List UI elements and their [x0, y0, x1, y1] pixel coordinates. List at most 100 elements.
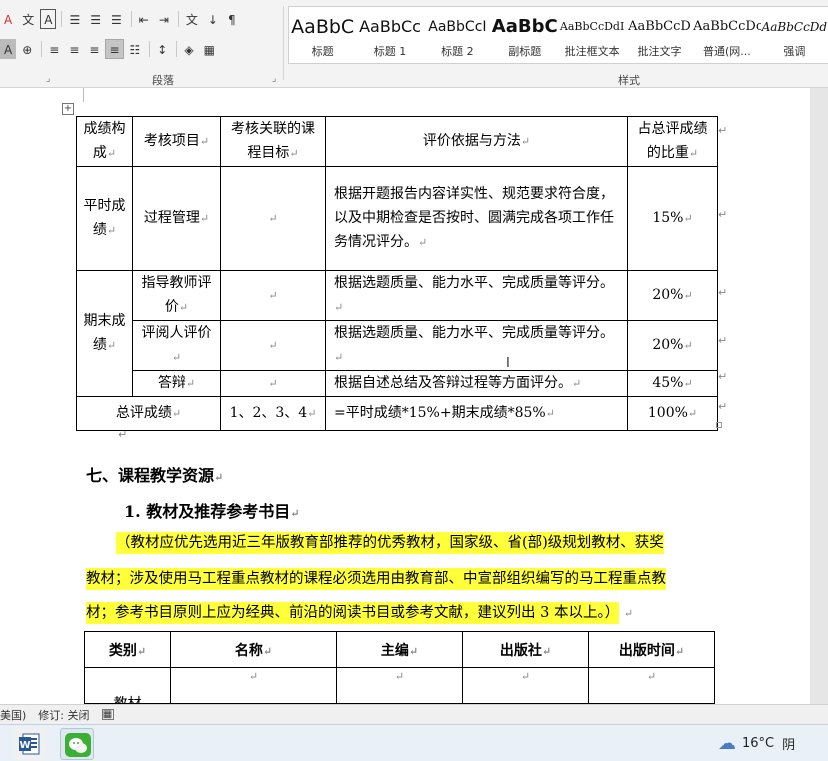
bullets-button[interactable]: ☰ [65, 9, 84, 29]
header-cell: 考核关联的课程目标↵ [220, 116, 326, 167]
distributed-button[interactable]: ☷ [126, 39, 145, 59]
style-tile[interactable]: AaBbCcDd 强调 [761, 7, 828, 63]
separator [176, 41, 178, 57]
taskbar: W ☁ 16°C 阴 [0, 724, 828, 761]
total-label-cell: 总评成绩↵ [76, 396, 221, 431]
style-name: 普通(网... [703, 45, 751, 58]
group-cell: 平时成绩↵ [76, 166, 133, 271]
font-toolbar-row1: A 文 A ☰ ☰ ☰ ⇤ ⇥ 文 ↓ ¶ [0, 8, 242, 30]
style-preview: AaBbCcDdI [559, 20, 625, 33]
header-cell: 考核项目↵ [132, 116, 221, 167]
weather-widget[interactable]: ☁ 16°C 阴 [718, 725, 795, 761]
style-tile[interactable]: AaBbCc 标题 1 [356, 7, 423, 63]
total-weight-cell: 100%↵ [627, 396, 718, 431]
table-move-handle-icon[interactable]: + [62, 103, 74, 115]
paragraph-dialog-launcher-icon[interactable]: ⌟ [272, 74, 276, 84]
shading-button[interactable]: ◈ [180, 39, 197, 59]
separator [41, 41, 43, 57]
header-cell: 类别↵ [84, 631, 171, 668]
table-resize-handle-icon[interactable] [716, 422, 722, 428]
item-cell: 评阅人评价↵ [132, 320, 221, 371]
date-cell: ↵ [588, 667, 715, 704]
font-dialog-launcher-icon[interactable]: ⌟ [46, 74, 50, 84]
total-targets-cell: 1、2、3、4↵ [220, 396, 326, 431]
method-cell: 根据自述总结及答辩过程等方面评分。↵ [325, 370, 628, 397]
weight-cell: 45%↵ [627, 370, 718, 397]
style-preview: AaBbCcDd [761, 20, 828, 34]
svg-text:W: W [19, 740, 30, 751]
separator [130, 11, 132, 27]
numbering-button[interactable]: ☰ [86, 9, 105, 29]
total-formula-cell: =平时成绩*15%+期末成绩*85%↵ [325, 396, 628, 431]
name-cell: ↵ [170, 667, 337, 704]
align-left-button[interactable]: ≡ [45, 39, 63, 59]
style-name: 标题 [311, 45, 334, 58]
style-name: 副标题 [508, 45, 542, 58]
separator [149, 41, 151, 57]
item-cell: 指导教师评价↵ [132, 270, 221, 321]
weight-cell: 15%↵ [627, 166, 718, 271]
row-end-mark: ↵ [718, 124, 728, 137]
style-tile[interactable]: AaBbCcI 标题 2 [424, 7, 491, 63]
style-name: 标题 2 [441, 45, 474, 58]
item-cell: 过程管理↵ [132, 166, 221, 271]
separator [61, 11, 63, 27]
align-right-button[interactable]: ≡ [85, 39, 103, 59]
header-cell: 名称↵ [170, 631, 337, 668]
table-header-row: 成绩构成↵ 考核项目↵ 考核关联的课程目标↵ 评价依据与方法↵ 占总评成绩的比重… [76, 116, 718, 167]
row-end-mark: ↵ [718, 208, 728, 221]
chinese-layout-button[interactable]: 文 [182, 9, 202, 29]
enclosed-char-button[interactable]: ⊕ [18, 39, 36, 59]
temperature: 16°C [742, 736, 775, 751]
align-center-button[interactable]: ≡ [65, 39, 83, 59]
char-shading-button[interactable]: A [0, 39, 17, 59]
style-preview: AaBbCcI [428, 19, 487, 35]
weight-cell: 20%↵ [627, 270, 718, 321]
word-app-icon[interactable]: W [14, 728, 46, 760]
highlighted-note-line: 教材；涉及使用马工程重点教材的课程必须选用由教育部、中宣部组织编写的马工程重点教 [86, 564, 666, 594]
paragraph-group-label: 段落 [152, 74, 174, 87]
table-row: 教材 ↵ ↵ ↵ ↵ [84, 667, 715, 704]
styles-gallery: AaBbC 标题 AaBbCc 标题 1 AaBbCcI 标题 2 AaBbC 副标题 AaBb… [288, 6, 828, 64]
language-indicator[interactable]: 美国) [0, 707, 26, 723]
style-tile[interactable]: AaBbCcDc 普通(网... [693, 7, 761, 63]
group-divider [283, 6, 284, 80]
style-tile[interactable]: AaBbCcD 批注文字 [626, 7, 693, 63]
macro-record-icon[interactable]: ▦ [101, 709, 114, 720]
style-tile[interactable]: AaBbC 标题 [289, 7, 356, 63]
sort-button[interactable]: ↓ [204, 9, 222, 29]
row-end-mark: ↵ [718, 370, 728, 383]
target-cell: ↵ [220, 270, 326, 321]
justify-button[interactable]: ≡ [105, 39, 124, 59]
style-tile[interactable]: AaBbCcDdI 批注框文本 [558, 7, 625, 63]
status-bar: 美国) 修订: 关闭 ▦ [0, 704, 828, 724]
style-name: 批注文字 [637, 45, 682, 58]
decrease-indent-button[interactable]: ⇤ [135, 9, 153, 29]
target-cell: ↵ [220, 166, 326, 271]
table-total-row: 总评成绩↵ 1、2、3、4↵ =平时成绩*15%+期末成绩*85%↵ 100%↵ [76, 396, 718, 431]
phonetic-guide-button[interactable]: 文 [18, 9, 38, 29]
multilevel-list-button[interactable]: ☰ [107, 9, 126, 29]
style-tile[interactable]: AaBbC 副标题 [491, 7, 558, 63]
weight-cell: 20%↵ [627, 320, 718, 371]
header-cell: 主编↵ [336, 631, 463, 668]
increase-indent-button[interactable]: ⇥ [155, 9, 173, 29]
separator [177, 11, 179, 27]
cloud-icon: ☁ [718, 733, 736, 754]
vertical-scrollbar[interactable] [810, 88, 828, 704]
show-hide-marks-button[interactable]: ¶ [224, 9, 240, 29]
wechat-app-icon[interactable] [60, 728, 94, 760]
row-end-mark: ↵ [718, 286, 728, 299]
header-cell: 评价依据与方法↵ [325, 116, 628, 167]
char-border-button[interactable]: A [40, 9, 57, 29]
document-page[interactable]: + 成绩构成↵ 考核项目↵ 考核关联的课程目标↵ 评价依据与方法↵ 占总评成绩的… [0, 88, 810, 704]
text-effects-button[interactable]: A [0, 9, 16, 29]
style-preview: AaBbC [291, 16, 355, 38]
editor-cell: ↵ [336, 667, 463, 704]
publisher-cell: ↵ [462, 667, 589, 704]
section-heading: 七、课程教学资源↵ [86, 466, 224, 485]
header-boundary [85, 88, 710, 89]
borders-button[interactable]: ▦ [200, 39, 219, 59]
track-changes-indicator[interactable]: 修订: 关闭 [38, 707, 89, 723]
line-spacing-button[interactable]: ↕ [153, 39, 171, 59]
